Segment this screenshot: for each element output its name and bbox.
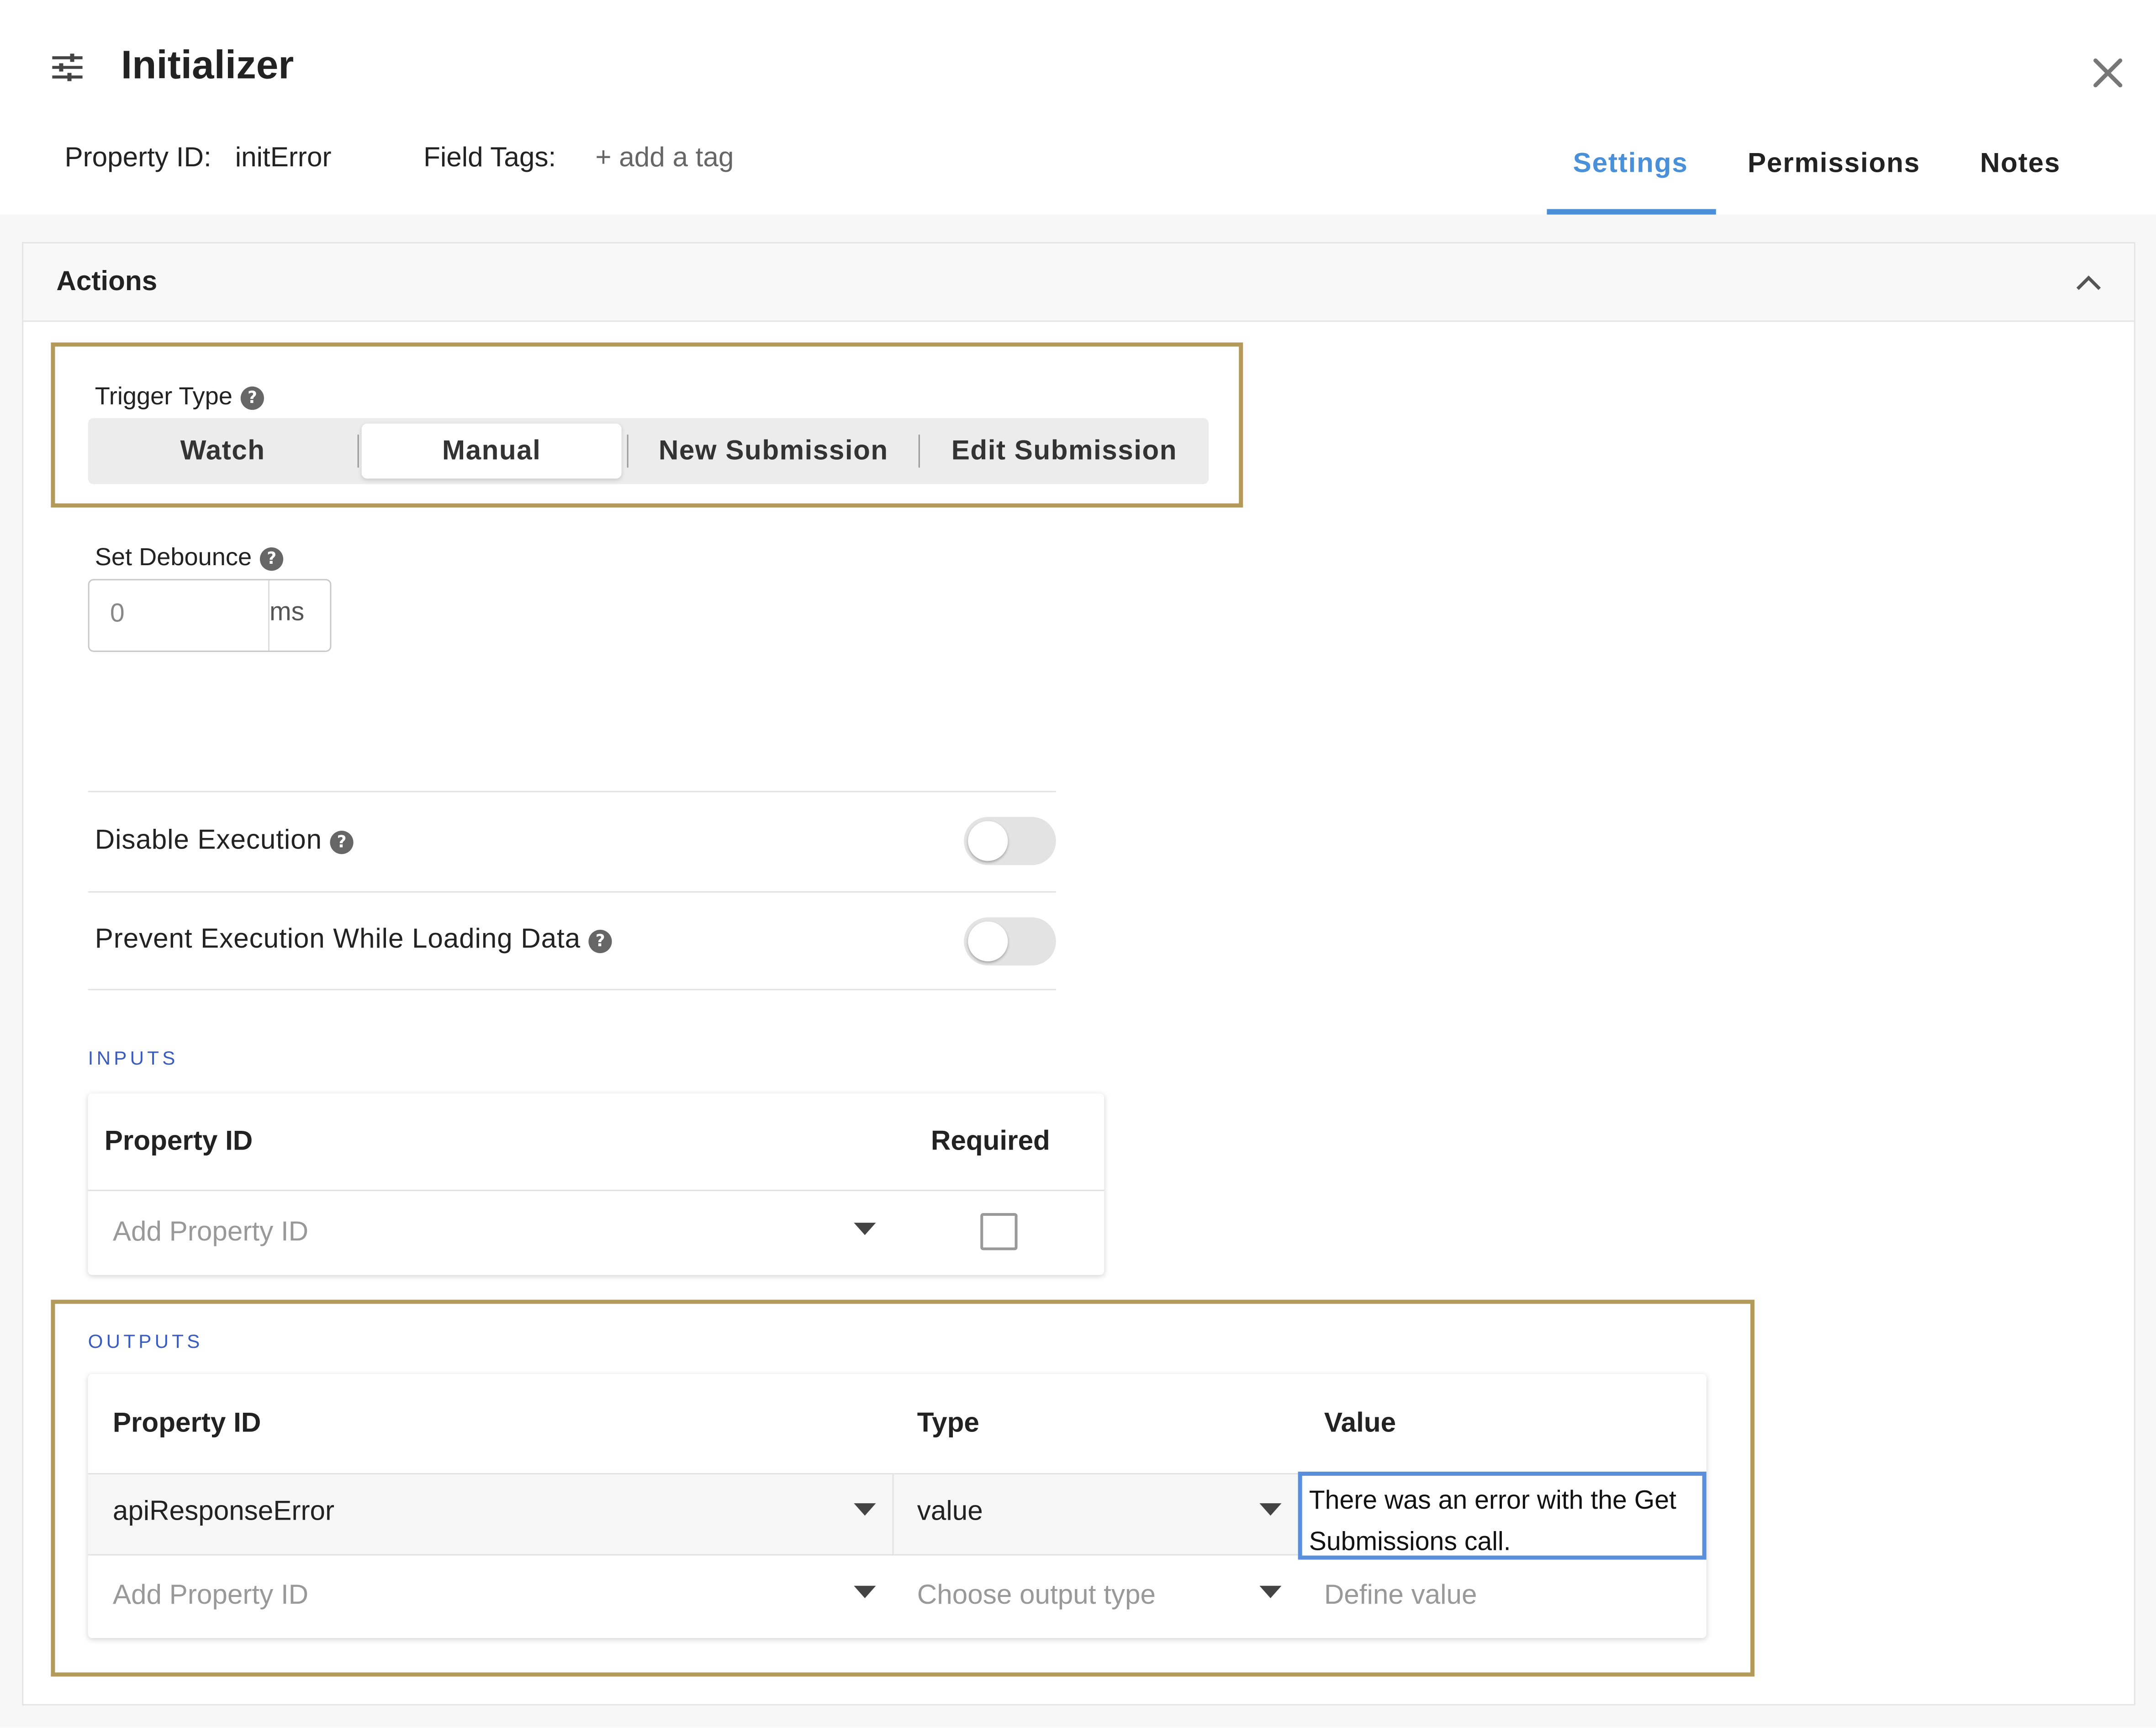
caret-down-icon[interactable] [854,1223,876,1235]
inputs-table: Property ID Required Add Property ID [88,1093,1104,1275]
output-type-select[interactable]: value [917,1496,983,1528]
tab-permissions[interactable]: Permissions [1748,148,1920,180]
debounce-field: ms [88,579,332,652]
trigger-type-selector: Watch Manual New Submission Edit Submiss… [88,418,1209,484]
new-output-value-input[interactable]: Define value [1324,1580,1477,1612]
prevent-execution-label: Prevent Execution While Loading Data? [95,924,613,956]
actions-panel-header[interactable]: Actions [23,243,2134,322]
segment-divider [357,435,359,468]
new-output-type-select[interactable]: Choose output type [917,1580,1156,1612]
disable-execution-toggle[interactable] [964,817,1056,865]
inputs-section-label: INPUTS [88,1046,179,1069]
set-debounce-label: Set Debounce? [95,543,284,572]
field-tags-label: Field Tags: [423,143,556,174]
dialog-title: Initializer [121,44,294,88]
trigger-type-label-text: Trigger Type [95,382,233,410]
sliders-icon[interactable] [49,51,85,84]
actions-title: Actions [56,266,158,297]
caret-down-icon[interactable] [854,1585,876,1598]
outputs-col-value: Value [1324,1408,1396,1439]
trigger-option-manual[interactable]: Manual [361,424,622,479]
new-output-property-id-select[interactable]: Add Property ID [113,1580,308,1612]
chevron-up-icon[interactable] [2073,268,2103,298]
initializer-dialog: Initializer Property ID: initError Field… [0,0,2156,1728]
active-tab-indicator [1547,209,1716,215]
outputs-col-property-id: Property ID [112,1408,261,1439]
tab-settings[interactable]: Settings [1573,148,1688,180]
outputs-section-label: OUTPUTS [88,1330,203,1352]
output-value-input[interactable]: There was an error with the Get Submissi… [1298,1471,1707,1560]
inputs-col-required: Required [930,1126,1050,1157]
divider [88,790,1056,792]
dialog-header: Initializer Property ID: initError Field… [0,0,2156,215]
set-debounce-label-text: Set Debounce [95,543,252,571]
outputs-table: Property ID Type Value apiResponseError … [88,1374,1707,1638]
toggle-knob [968,821,1008,861]
add-tag-link[interactable]: + add a tag [595,143,734,175]
cell-divider [892,1474,894,1554]
trigger-option-watch[interactable]: Watch [88,418,358,484]
help-icon[interactable]: ? [589,929,613,954]
debounce-unit: ms [269,598,305,627]
prevent-execution-text: Prevent Execution While Loading Data [95,924,581,955]
divider [88,989,1056,991]
disable-execution-label: Disable Execution? [95,825,354,857]
trigger-option-edit-submission[interactable]: Edit Submission [920,418,1209,484]
row-divider [88,1554,1298,1556]
output-property-id-select[interactable]: apiResponseError [113,1496,334,1528]
help-icon[interactable]: ? [260,547,284,571]
inputs-property-id-select[interactable]: Add Property ID [113,1217,308,1249]
outputs-col-type: Type [917,1408,979,1439]
trigger-type-label: Trigger Type? [95,382,264,411]
caret-down-icon[interactable] [854,1503,876,1516]
prevent-execution-toggle[interactable] [964,917,1056,966]
property-id-label: Property ID: [64,143,211,174]
close-icon[interactable] [2087,52,2128,93]
caret-down-icon[interactable] [1259,1503,1282,1516]
disable-execution-text: Disable Execution [95,825,322,856]
inputs-col-property-id: Property ID [104,1126,253,1157]
help-icon[interactable]: ? [330,831,354,854]
divider [88,891,1056,893]
toggle-knob [968,921,1008,962]
tab-notes[interactable]: Notes [1980,148,2061,180]
caret-down-icon[interactable] [1259,1585,1282,1598]
row-divider [88,1189,1104,1191]
trigger-option-new-submission[interactable]: New Submission [629,418,919,484]
debounce-input[interactable] [110,599,234,630]
required-checkbox[interactable] [980,1213,1018,1251]
actions-panel: Actions Trigger Type? Watch Manual New S… [22,242,2135,1706]
help-icon[interactable]: ? [240,386,264,410]
property-id-value[interactable]: initError [235,143,332,175]
